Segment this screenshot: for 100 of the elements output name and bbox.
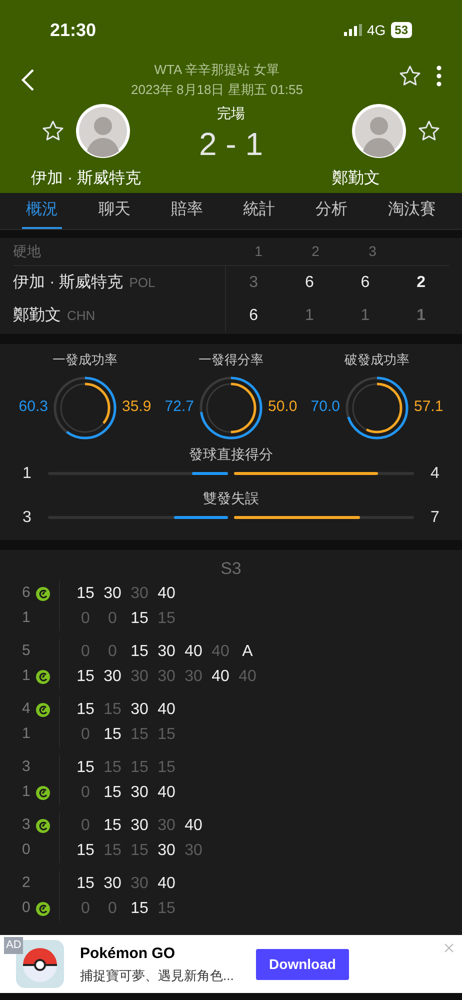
point-score: 15: [130, 758, 150, 778]
stat-title: 發球直接得分: [188, 446, 274, 462]
point-score: 15: [76, 700, 96, 720]
point-score: 30: [102, 584, 122, 604]
point-score: 15: [130, 724, 150, 744]
download-button[interactable]: Download: [256, 948, 349, 980]
match-score: 2 - 1: [198, 125, 264, 164]
point-score: 40: [156, 584, 176, 604]
player-name: 鄭勤文: [13, 306, 61, 326]
point-score: 0: [80, 782, 91, 802]
game-count: 3: [22, 815, 32, 836]
stat-title: 雙發失誤: [202, 490, 260, 506]
point-score: 30: [184, 666, 204, 686]
point-score: 30: [130, 700, 150, 720]
stat-value: 60.3: [18, 397, 48, 418]
point-score: 30: [130, 874, 150, 894]
point-score: 30: [130, 584, 150, 604]
point-score: 30: [102, 666, 122, 686]
tab[interactable]: 統計: [239, 193, 280, 229]
point-score: A: [241, 642, 254, 662]
point-score: 30: [156, 816, 176, 836]
point-score: 0: [107, 642, 118, 662]
point-score: 15: [130, 642, 150, 662]
tab[interactable]: 分析: [312, 193, 352, 229]
tennis-ball-icon: [36, 702, 50, 716]
point-score: 0: [107, 898, 118, 918]
ad-title: Pokémon GO: [80, 944, 176, 964]
game-count: 5: [22, 641, 32, 662]
point-score: 15: [76, 874, 96, 894]
avatar: [75, 103, 131, 159]
tab[interactable]: 淘汰賽: [384, 193, 440, 229]
point-score: 15: [102, 816, 122, 836]
status-time: 21:30: [50, 18, 96, 42]
game-count: 3: [22, 757, 32, 778]
set-score: 6: [248, 306, 259, 326]
more-icon[interactable]: [436, 65, 442, 87]
point-score: 30: [130, 816, 150, 836]
point-score: 30: [156, 666, 176, 686]
game-count: 1: [22, 782, 32, 802]
stat-value: 3: [22, 508, 32, 528]
tab[interactable]: 賠率: [166, 193, 207, 229]
tab[interactable]: 聊天: [94, 193, 134, 229]
point-score: 30: [184, 840, 204, 860]
star-icon[interactable]: [41, 119, 65, 143]
point-score: 40: [238, 666, 258, 686]
player-name: 鄭勤文: [332, 168, 380, 189]
tennis-ball-icon: [36, 586, 50, 600]
star-icon[interactable]: [417, 119, 441, 143]
star-icon[interactable]: [398, 64, 422, 88]
point-score: 40: [210, 666, 230, 686]
game-count: 6: [22, 583, 32, 604]
back-icon[interactable]: [20, 68, 36, 92]
point-score: 15: [102, 724, 122, 744]
game-count: 0: [22, 840, 32, 860]
point-score: 15: [102, 840, 122, 860]
point-score: 30: [102, 874, 122, 894]
point-score: 30: [130, 782, 150, 802]
column-header: 2: [310, 242, 320, 261]
tab[interactable]: 概況: [22, 193, 62, 229]
point-score: 15: [76, 666, 96, 686]
point-score: 0: [80, 608, 91, 628]
surface-label: 硬地: [13, 242, 42, 261]
stat-value: 1: [22, 464, 32, 484]
ad-subtitle: 捕捉寶可夢、遇見新角色...: [80, 966, 235, 984]
point-score: 40: [210, 642, 230, 662]
network-label: 4G: [366, 20, 386, 40]
point-score: 15: [102, 700, 122, 720]
point-score: 15: [102, 758, 122, 778]
competition-title: WTA 辛辛那提站 女單: [154, 61, 280, 79]
point-score: 0: [107, 608, 118, 628]
point-score: 30: [156, 840, 176, 860]
country-code: POL: [129, 274, 156, 292]
point-score: 30: [156, 642, 176, 662]
point-score: 40: [184, 816, 204, 836]
stat-value: 50.0: [268, 397, 298, 418]
set-score: 2: [416, 272, 427, 292]
point-score: 30: [130, 666, 150, 686]
player-name: 伊加 · 斯威特克: [30, 168, 142, 189]
point-score: 15: [76, 584, 96, 604]
point-score: 15: [156, 758, 176, 778]
column-header: 3: [368, 242, 378, 261]
point-score: 0: [80, 816, 91, 836]
battery-indicator: 53: [390, 22, 412, 38]
stat-title: 一發成功率: [52, 351, 118, 369]
stat-title: 一發得分率: [198, 351, 264, 369]
column-header: 1: [254, 242, 264, 261]
game-count: 0: [22, 898, 32, 918]
match-datetime: 2023年 8月18日 星期五 01:55: [131, 80, 303, 98]
set-score: 1: [416, 306, 427, 326]
signal-icon: [344, 24, 362, 36]
set-score: 6: [304, 272, 315, 292]
point-score: 15: [130, 898, 150, 918]
match-status: 完場: [217, 104, 245, 123]
point-score: 15: [76, 758, 96, 778]
point-score: 15: [102, 782, 122, 802]
stat-value: 7: [430, 508, 440, 528]
set-score: 3: [248, 272, 259, 292]
point-score: 0: [80, 642, 91, 662]
stat-value: 70.0: [310, 397, 340, 418]
tennis-ball-icon: [36, 786, 50, 800]
